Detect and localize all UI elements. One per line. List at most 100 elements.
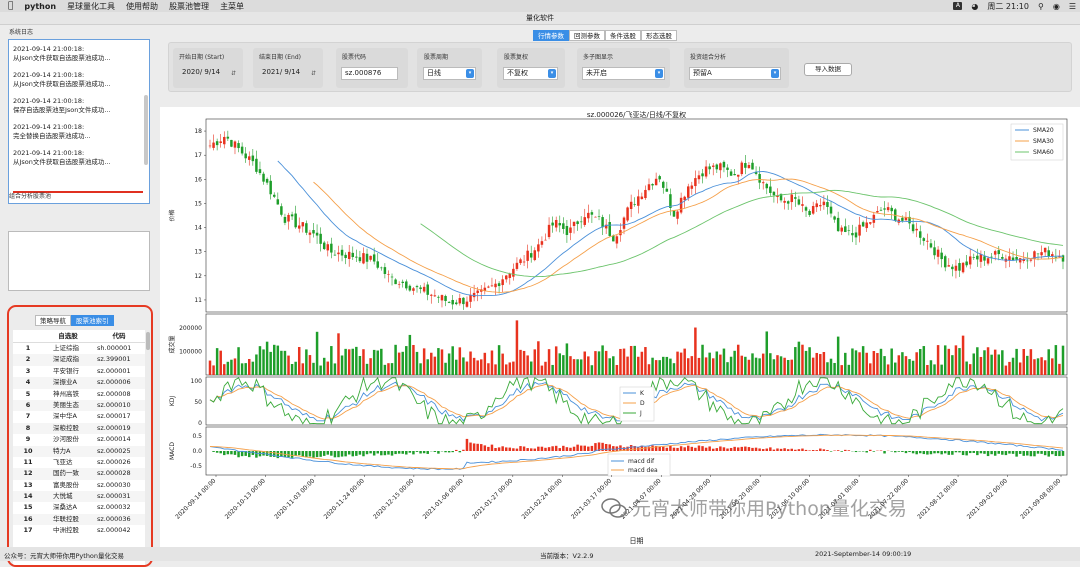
table-row[interactable]: 16华联控股sz.000036 xyxy=(13,514,145,525)
subplot-select[interactable]: 未开启▾ xyxy=(582,67,665,80)
macd-bar xyxy=(359,451,361,455)
system-log[interactable]: 2021-09-14 21:00:18:从Json文件获取自选股票池成功... … xyxy=(8,39,150,204)
candle-body xyxy=(805,207,807,210)
apple-icon[interactable]:  xyxy=(8,1,13,11)
candle-body xyxy=(380,268,382,269)
macd-bar xyxy=(666,448,668,451)
table-row[interactable]: 6美丽生态sz.000010 xyxy=(13,400,145,411)
table-row[interactable]: 9沙河股份sz.000014 xyxy=(13,434,145,445)
combo-pool-list[interactable] xyxy=(8,231,150,291)
candle-body xyxy=(691,186,693,189)
volume-bar xyxy=(876,353,878,375)
macd-bar xyxy=(898,451,900,452)
candle-body xyxy=(398,284,400,285)
tab-condition-select[interactable]: 条件选股 xyxy=(605,30,641,41)
row-index: 14 xyxy=(13,491,43,502)
macd-bar xyxy=(277,451,279,458)
candle-body xyxy=(630,202,632,209)
table-row[interactable]: 10特力Asz.000025 xyxy=(13,446,145,457)
macd-bar xyxy=(544,448,546,451)
table-row[interactable]: 12国药一致sz.000028 xyxy=(13,468,145,479)
macd-bar xyxy=(908,451,910,452)
candle-body xyxy=(969,256,971,264)
candle-body xyxy=(255,159,257,172)
chart-area[interactable]: sz.000026/飞亚达/日线/不复权1112131415161718价格SM… xyxy=(160,107,1080,547)
control-center-icon[interactable]: ☰ xyxy=(1069,2,1076,11)
row-stock-code: sz.000006 xyxy=(93,377,145,388)
macd-bar xyxy=(791,449,793,451)
volume-bar xyxy=(658,360,660,375)
volume-bar xyxy=(1019,362,1021,375)
volume-bar xyxy=(1012,358,1014,375)
candle-body xyxy=(444,296,446,301)
menu-item-help[interactable]: 使用帮助 xyxy=(126,1,158,12)
header-name[interactable]: 自选股 xyxy=(43,330,93,342)
macd-bar xyxy=(1051,451,1053,454)
table-row[interactable]: 13富奥股份sz.000030 xyxy=(13,480,145,491)
candle-body xyxy=(744,163,746,168)
input-method-icon[interactable]: A xyxy=(953,2,962,10)
wifi-icon[interactable]: ◕ xyxy=(971,2,978,11)
table-row[interactable]: 15深桑达Asz.000032 xyxy=(13,502,145,513)
volume-bar xyxy=(844,353,846,375)
end-date-field[interactable]: 2021/ 9/14 xyxy=(259,67,309,80)
volume-bar xyxy=(691,356,693,375)
log-scrollbar[interactable] xyxy=(144,95,148,165)
tab-market-params[interactable]: 行情参数 xyxy=(533,30,569,41)
macd-bar xyxy=(805,450,807,451)
volume-bar xyxy=(580,359,582,375)
start-date-field[interactable]: 2020/ 9/14 xyxy=(179,67,229,80)
candle-body xyxy=(890,208,892,211)
period-select[interactable]: 日线▾ xyxy=(423,67,476,80)
header-code[interactable]: 代码 xyxy=(93,330,145,342)
end-date-stepper[interactable]: ⇵ xyxy=(311,70,332,77)
tab-pattern-select[interactable]: 形态选股 xyxy=(641,30,677,41)
table-row[interactable]: 8深粮控股sz.000019 xyxy=(13,423,145,434)
app-menu[interactable]: python xyxy=(24,2,56,11)
table-row[interactable]: 3平安银行sz.000001 xyxy=(13,366,145,377)
volume-bar xyxy=(1040,357,1042,375)
volume-bar xyxy=(284,351,286,375)
macd-bar xyxy=(334,451,336,457)
menu-item-pool[interactable]: 股票池管理 xyxy=(169,1,209,12)
macd-bar xyxy=(980,451,982,453)
macd-bar xyxy=(305,451,307,457)
user-icon[interactable]: ◉ xyxy=(1053,2,1060,11)
volume-bar xyxy=(644,347,646,375)
table-row[interactable]: 4深振业Asz.000006 xyxy=(13,377,145,388)
macd-bar xyxy=(951,451,953,455)
tab-strategy-nav[interactable]: 策略导航 xyxy=(35,315,71,326)
table-row[interactable]: 5神州高铁sz.000008 xyxy=(13,389,145,400)
table-row[interactable]: 1上证综指sh.000001 xyxy=(13,343,145,354)
candle-body xyxy=(858,225,860,236)
search-icon[interactable]: ⚲ xyxy=(1038,2,1044,11)
table-row[interactable]: 17中洲控股sz.000042 xyxy=(13,525,145,536)
candle-body xyxy=(566,226,568,235)
menu-item-tools[interactable]: 星球量化工具 xyxy=(67,1,115,12)
adjust-select[interactable]: 不复权▾ xyxy=(503,67,558,80)
candle-body xyxy=(673,210,675,216)
tab-pool-index[interactable]: 股票池索引 xyxy=(71,315,114,326)
table-row[interactable]: 2深证成指sz.399001 xyxy=(13,354,145,365)
candle-body xyxy=(848,230,850,231)
code-input[interactable]: sz.000876 xyxy=(341,67,398,80)
table-header: 自选股 代码 xyxy=(13,330,145,343)
macd-bar xyxy=(484,445,486,451)
volume-bar xyxy=(873,351,875,375)
clock[interactable]: 周二 21:10 xyxy=(987,1,1029,12)
table-scrollbar[interactable] xyxy=(146,332,150,350)
table-row[interactable]: 11飞亚达sz.000026 xyxy=(13,457,145,468)
row-index: 9 xyxy=(13,434,43,445)
volume-bar xyxy=(1005,366,1007,375)
volume-bar xyxy=(219,351,221,375)
table-row[interactable]: 7深中华Asz.000017 xyxy=(13,411,145,422)
stock-table[interactable]: 自选股 代码 1上证综指sh.0000012深证成指sz.3990013平安银行… xyxy=(13,330,145,565)
row-stock-name: 深中华A xyxy=(43,411,93,422)
import-data-button[interactable]: 导入数据 xyxy=(804,63,852,76)
tab-backtest-params[interactable]: 回测参数 xyxy=(569,30,605,41)
menu-item-main[interactable]: 主菜单 xyxy=(220,1,244,12)
macd-bar xyxy=(519,446,521,451)
start-date-stepper[interactable]: ⇵ xyxy=(231,70,252,77)
combo-select[interactable]: 预留A▾ xyxy=(689,67,781,80)
table-row[interactable]: 14大悦城sz.000031 xyxy=(13,491,145,502)
